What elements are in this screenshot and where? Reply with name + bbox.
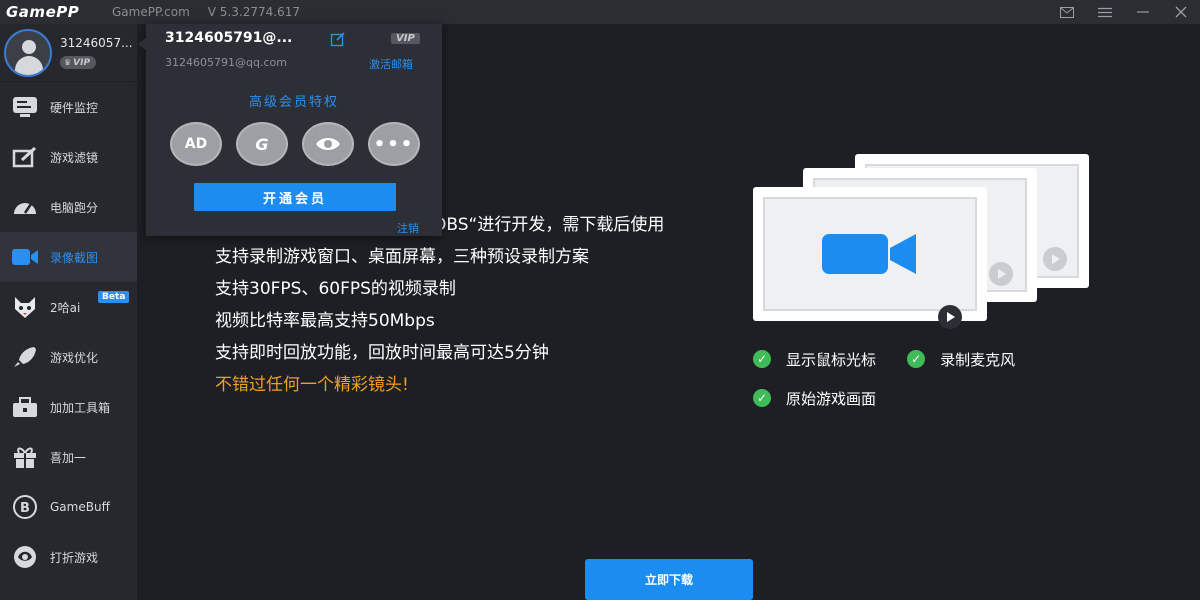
toolbox-icon bbox=[10, 394, 40, 420]
open-membership-button[interactable]: 开通会员 bbox=[194, 183, 396, 211]
sidebar-item-label: 电脑跑分 bbox=[50, 200, 99, 215]
app-logo: GamePP bbox=[6, 3, 80, 21]
rocket-icon bbox=[10, 344, 40, 370]
app-version: V 5.3.2774.617 bbox=[207, 5, 300, 19]
gamebuff-icon: B bbox=[10, 494, 40, 520]
sidebar-item-game-filter[interactable]: 游戏滤镜 bbox=[0, 132, 137, 182]
benchmark-gauge-icon bbox=[10, 194, 40, 220]
sidebar-item-label: GameBuff bbox=[50, 500, 110, 514]
sidebar-item-benchmark[interactable]: 电脑跑分 bbox=[0, 182, 137, 232]
sidebar-item-free-games[interactable]: 喜加一 bbox=[0, 432, 137, 482]
sidebar-item-toolbox[interactable]: 加加工具箱 bbox=[0, 382, 137, 432]
g-booster-icon[interactable]: G bbox=[236, 122, 288, 166]
feature-line: 支持30FPS、60FPS的视频录制 bbox=[215, 279, 456, 299]
check-icon: ✓ bbox=[907, 350, 926, 368]
sidebar-item-label: 喜加一 bbox=[50, 450, 87, 465]
account-popup: 3124605791@... VIP 3124605791@qq.com 激活邮… bbox=[146, 24, 442, 236]
check-icon: ✓ bbox=[753, 389, 771, 407]
sidebar: 31246057... ♛ VIP 硬件监控 游戏滤镜 电脑跑分 录像截图 2哈a… bbox=[0, 24, 137, 600]
activate-email-link[interactable]: 激活邮箱 bbox=[369, 56, 413, 72]
feature-line: 支持即时回放功能，回放时间最高可达5分钟 bbox=[215, 343, 549, 363]
logout-link[interactable]: 注销 bbox=[397, 220, 419, 236]
menu-icon[interactable] bbox=[1086, 0, 1124, 24]
minimize-icon[interactable] bbox=[1124, 0, 1162, 24]
popup-username: 3124605791@... bbox=[165, 30, 293, 46]
feature-line: 视频比特率最高支持50Mbps bbox=[215, 311, 435, 331]
sidebar-item-discount-games[interactable]: 打折游戏 bbox=[0, 532, 137, 582]
option-raw-game-frame[interactable]: ✓ 原始游戏画面 bbox=[753, 388, 876, 409]
video-camera-icon bbox=[822, 234, 916, 274]
sidebar-item-game-optimize[interactable]: 游戏优化 bbox=[0, 332, 137, 382]
user-profile[interactable]: 31246057... ♛ VIP bbox=[0, 24, 137, 82]
popup-pointer bbox=[138, 38, 146, 50]
no-ads-icon[interactable]: AD bbox=[170, 122, 222, 166]
window-controls bbox=[1048, 0, 1200, 24]
sidebar-item-label: 2哈ai bbox=[50, 300, 81, 315]
privilege-icons: AD G ••• bbox=[170, 122, 434, 166]
eye-filter-icon[interactable] bbox=[302, 122, 354, 166]
feature-highlight: 不错过任何一个精彩镜头! bbox=[215, 375, 409, 395]
sidebar-item-label: 加加工具箱 bbox=[50, 400, 111, 415]
crown-icon: ♛ bbox=[64, 58, 72, 67]
message-icon[interactable] bbox=[1048, 0, 1086, 24]
sidebar-item-gamebuff[interactable]: B GameBuff bbox=[0, 482, 137, 532]
discount-game-icon bbox=[10, 544, 40, 570]
site-url: GamePP.com bbox=[112, 5, 190, 19]
close-icon[interactable] bbox=[1162, 0, 1200, 24]
sidebar-item-label: 硬件监控 bbox=[50, 100, 99, 115]
edit-icon[interactable] bbox=[330, 31, 346, 47]
download-button[interactable]: 立即下载 bbox=[585, 559, 753, 600]
game-filter-icon bbox=[10, 144, 40, 170]
hardware-monitor-icon bbox=[10, 94, 40, 120]
avatar[interactable] bbox=[4, 28, 52, 77]
popup-email: 3124605791@qq.com bbox=[165, 56, 287, 69]
sidebar-item-label: 游戏滤镜 bbox=[50, 150, 99, 165]
feature-line: OBS“进行开发，需下载后使用 bbox=[433, 215, 665, 235]
sidebar-item-label: 打折游戏 bbox=[50, 550, 99, 565]
option-record-mic[interactable]: ✓ 录制麦克风 bbox=[907, 349, 1015, 370]
sidebar-item-hardware-monitor[interactable]: 硬件监控 bbox=[0, 82, 137, 132]
option-row: ✓ 显示鼠标光标 ✓ 录制麦克风 bbox=[753, 348, 1041, 370]
user-id: 31246057... bbox=[60, 36, 133, 50]
sidebar-item-2ha-ai[interactable]: 2哈ai Beta bbox=[0, 282, 137, 332]
title-bar: GamePP GamePP.com V 5.3.2774.617 bbox=[0, 0, 1200, 24]
feature-line: 支持录制游戏窗口、桌面屏幕，三种预设录制方案 bbox=[215, 247, 589, 267]
sidebar-item-label: 录像截图 bbox=[50, 250, 99, 265]
option-row: ✓ 原始游戏画面 bbox=[753, 387, 902, 409]
sidebar-item-label: 游戏优化 bbox=[50, 350, 99, 365]
preview-card-front bbox=[753, 187, 987, 329]
privileges-title: 高级会员特权 bbox=[248, 95, 339, 110]
sidebar-item-recording[interactable]: 录像截图 bbox=[0, 232, 137, 282]
more-icon[interactable]: ••• bbox=[368, 122, 420, 166]
check-icon: ✓ bbox=[753, 350, 771, 368]
gift-icon bbox=[10, 444, 40, 470]
husky-ai-icon bbox=[10, 294, 40, 320]
play-icon bbox=[938, 305, 962, 329]
svg-text:B: B bbox=[20, 501, 30, 516]
option-show-cursor[interactable]: ✓ 显示鼠标光标 bbox=[753, 349, 876, 370]
video-camera-icon bbox=[10, 244, 40, 270]
popup-vip-badge: VIP bbox=[391, 33, 420, 44]
beta-badge: Beta bbox=[98, 291, 130, 303]
vip-badge: ♛ VIP bbox=[60, 56, 97, 69]
